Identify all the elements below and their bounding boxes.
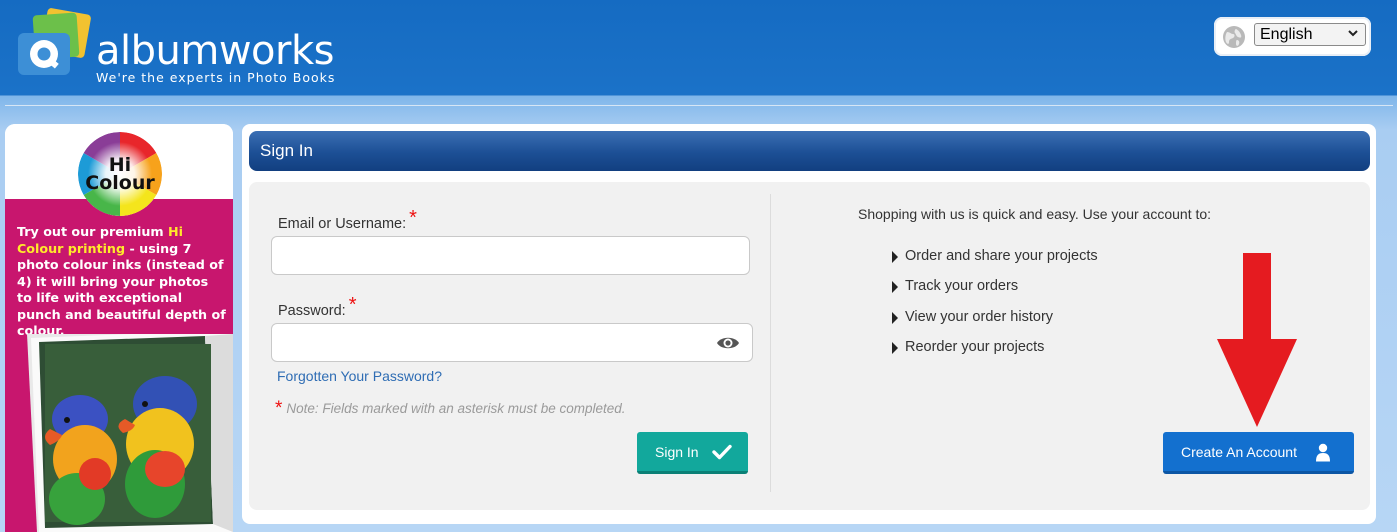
- list-item: Order and share your projects: [891, 248, 1098, 278]
- required-note: * Note: Fields marked with an asterisk mu…: [275, 398, 626, 419]
- language-selector: English: [1214, 17, 1371, 56]
- user-icon: [1316, 443, 1330, 462]
- sign-in-button-label: Sign In: [655, 444, 699, 460]
- password-field[interactable]: [271, 323, 753, 362]
- hi-colour-badge-label: Hi Colour: [85, 154, 155, 194]
- account-intro: Shopping with us is quick and easy. Use …: [858, 206, 1212, 222]
- panel-title: Sign In: [249, 131, 1370, 171]
- email-label: Email or Username: *: [278, 207, 417, 232]
- red-arrow-annotation: [1217, 253, 1297, 427]
- promo-text: Try out our premium Hi Colour printing -…: [17, 224, 226, 338]
- site-header: albumworks We're the experts in Photo Bo…: [0, 0, 1397, 95]
- password-label: Password: *: [278, 294, 357, 319]
- sign-in-button[interactable]: Sign In: [637, 432, 748, 474]
- list-item: View your order history: [891, 309, 1098, 339]
- caret-right-icon: [892, 251, 898, 263]
- language-selected-label: English: [1260, 26, 1313, 43]
- eye-icon[interactable]: [716, 335, 740, 351]
- required-asterisk: *: [348, 294, 357, 316]
- hi-colour-promo[interactable]: Hi Colour Try out our premium Hi Colour …: [5, 124, 233, 532]
- language-select[interactable]: English: [1254, 23, 1366, 46]
- checkmark-icon: [712, 444, 732, 460]
- sign-in-panel: Sign In Email or Username: * Password: * F…: [242, 124, 1376, 524]
- create-account-button[interactable]: Create An Account: [1163, 432, 1354, 474]
- caret-right-icon: [892, 342, 898, 355]
- chevron-down-icon: [1348, 30, 1358, 37]
- logo-tagline: We're the experts in Photo Books: [96, 70, 336, 85]
- panel-body: Email or Username: * Password: * Forgotten…: [249, 182, 1370, 510]
- column-divider: [770, 194, 771, 492]
- header-divider: [5, 105, 1393, 106]
- account-benefits-list: Order and share your projects Track your…: [891, 248, 1098, 370]
- photo-book-image: [27, 334, 233, 532]
- required-asterisk: *: [275, 398, 283, 419]
- caret-right-icon: [892, 281, 898, 294]
- caret-right-icon: [892, 311, 898, 324]
- required-asterisk: *: [409, 207, 417, 229]
- list-item: Reorder your projects: [891, 339, 1098, 369]
- globe-icon: [1223, 26, 1245, 48]
- forgot-password-link[interactable]: Forgotten Your Password?: [277, 368, 442, 384]
- email-field[interactable]: [271, 236, 750, 275]
- logo-text: albumworks: [96, 28, 334, 74]
- albumworks-logo[interactable]: albumworks We're the experts in Photo Bo…: [16, 8, 336, 90]
- list-item: Track your orders: [891, 278, 1098, 308]
- create-account-button-label: Create An Account: [1181, 444, 1297, 460]
- logo-photos-icon: [18, 8, 91, 75]
